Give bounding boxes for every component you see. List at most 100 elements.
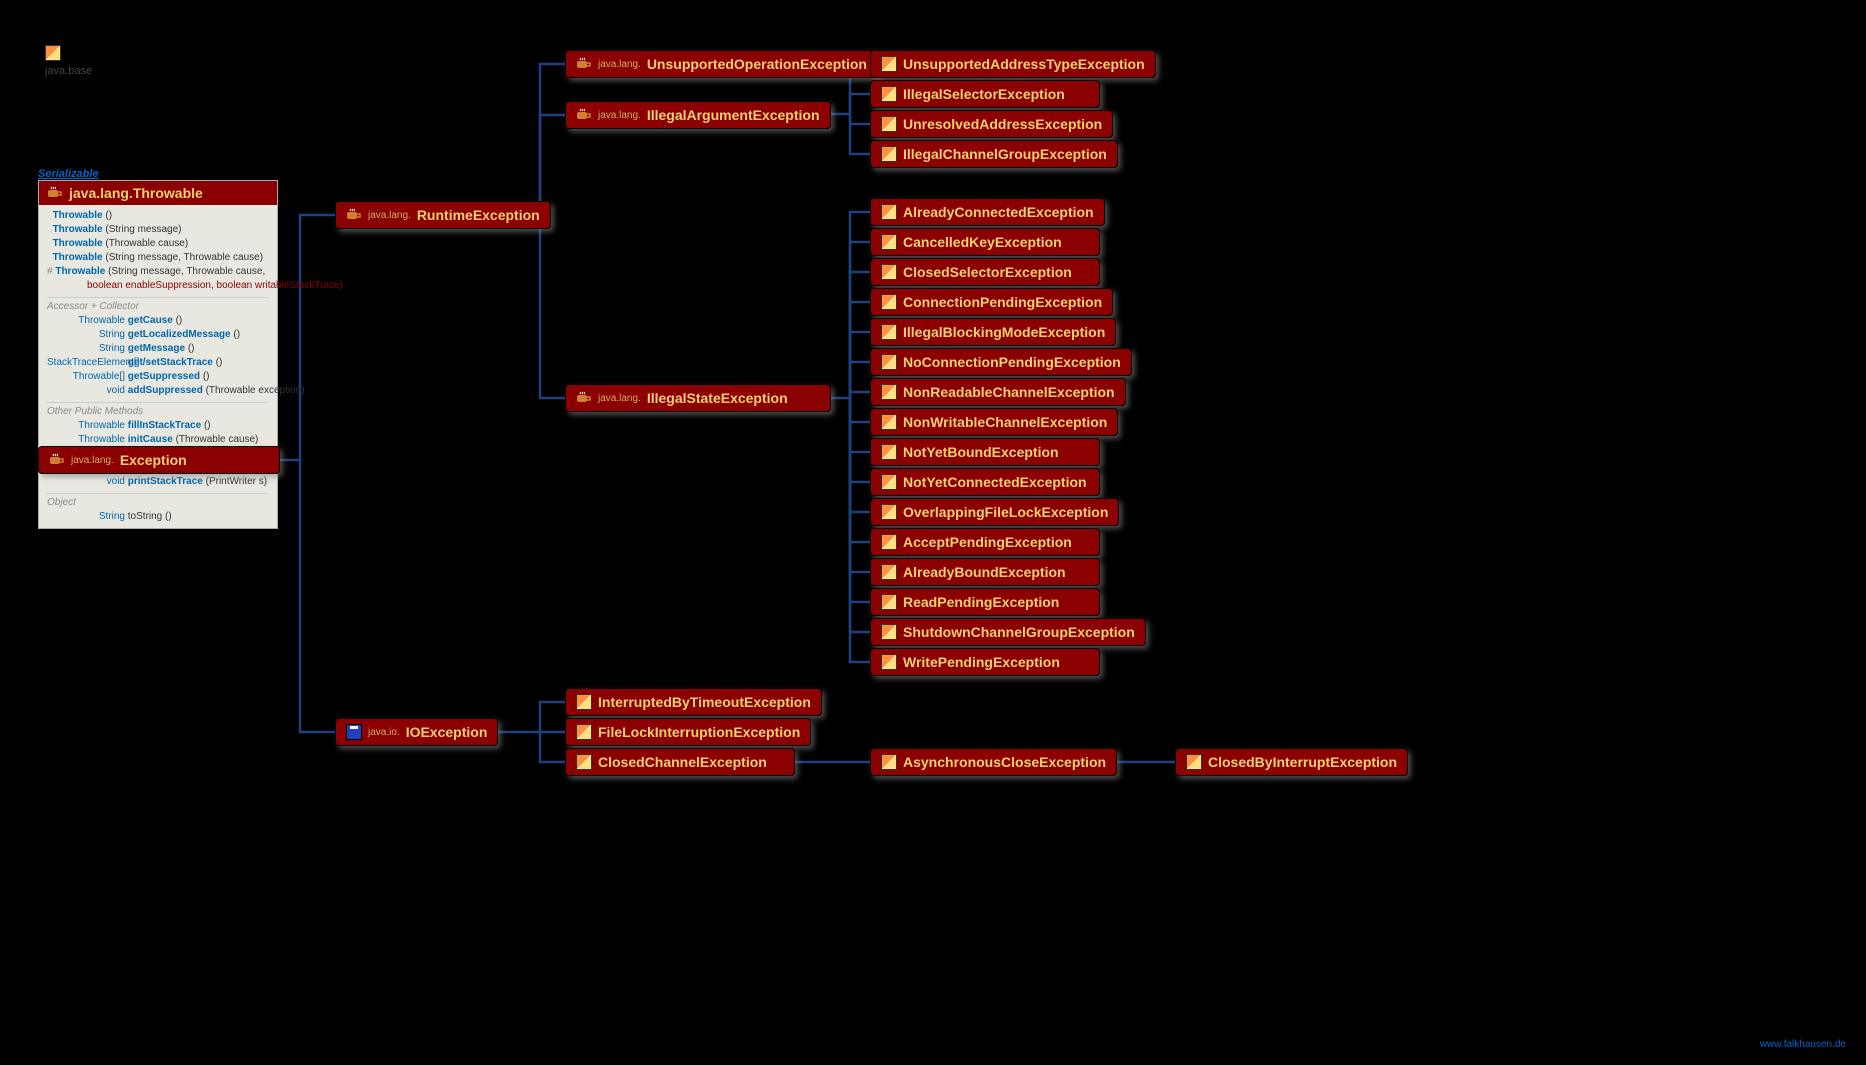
node-pkg: java.lang.: [71, 455, 114, 466]
node-notbound[interactable]: NotYetBoundException: [870, 438, 1100, 466]
node-label: IllegalArgumentException: [647, 107, 820, 123]
node-noconnpend[interactable]: NoConnectionPendingException: [870, 348, 1132, 376]
node-asyncclose[interactable]: AsynchronousCloseException: [870, 748, 1117, 776]
node-runtimeex[interactable]: java.lang.RuntimeException: [335, 201, 551, 229]
cup-icon: [576, 56, 592, 72]
package-title: java.nio.channels: [45, 40, 250, 66]
node-closedint[interactable]: ClosedByInterruptException: [1175, 748, 1408, 776]
node-closedch[interactable]: ClosedChannelException: [565, 748, 795, 776]
node-illblock[interactable]: IllegalBlockingModeException: [870, 318, 1116, 346]
node-label: WritePendingException: [903, 654, 1060, 670]
node-nonwrite[interactable]: NonWritableChannelException: [870, 408, 1118, 436]
node-label: IllegalSelectorException: [903, 86, 1065, 102]
node-label: AsynchronousCloseException: [903, 754, 1106, 770]
node-shutgrp[interactable]: ShutdownChannelGroupException: [870, 618, 1146, 646]
node-writepend[interactable]: WritePendingException: [870, 648, 1100, 676]
node-label: IllegalChannelGroupException: [903, 146, 1107, 162]
nio-icon: [45, 45, 61, 61]
nio-icon: [576, 694, 592, 710]
node-label: UnresolvedAddressException: [903, 116, 1102, 132]
node-nonread[interactable]: NonReadableChannelException: [870, 378, 1126, 406]
node-filelockint[interactable]: FileLockInterruptionException: [565, 718, 811, 746]
node-label: NotYetBoundException: [903, 444, 1059, 460]
node-label: AlreadyConnectedException: [903, 204, 1094, 220]
nio-icon: [881, 56, 897, 72]
nio-icon: [576, 754, 592, 770]
node-label: IOException: [406, 724, 488, 740]
node-label: Exception: [120, 452, 187, 468]
node-ioex[interactable]: java.io.IOException: [335, 718, 498, 746]
nio-icon: [881, 534, 897, 550]
nio-icon: [881, 624, 897, 640]
node-pkg: java.lang.: [598, 110, 641, 121]
cup-icon: [47, 185, 63, 201]
node-notconn[interactable]: NotYetConnectedException: [870, 468, 1100, 496]
node-illarg[interactable]: java.lang. IllegalArgumentException: [565, 101, 831, 129]
throwable-body: Throwable () Throwable (String message) …: [39, 205, 277, 528]
node-exception[interactable]: java.lang. Exception: [38, 446, 280, 474]
nio-icon: [1186, 754, 1202, 770]
node-label: UnsupportedOperationException: [647, 56, 867, 72]
nio-icon: [881, 654, 897, 670]
throwable-detail-box: java.lang.Throwable Throwable () Throwab…: [38, 180, 278, 529]
node-label: AlreadyBoundException: [903, 564, 1066, 580]
nio-icon: [881, 146, 897, 162]
node-unsupaddr[interactable]: UnsupportedAddressTypeException: [870, 50, 1156, 78]
node-illsel[interactable]: IllegalSelectorException: [870, 80, 1100, 108]
node-unsupop[interactable]: java.lang. UnsupportedOperationException: [565, 50, 878, 78]
node-label: NoConnectionPendingException: [903, 354, 1121, 370]
node-label: IllegalBlockingModeException: [903, 324, 1105, 340]
package-subtitle: java.base: [45, 65, 92, 77]
throwable-header: java.lang.Throwable: [39, 181, 277, 205]
node-label: ClosedChannelException: [598, 754, 767, 770]
node-label: ShutdownChannelGroupException: [903, 624, 1135, 640]
node-canckey[interactable]: CancelledKeyException: [870, 228, 1100, 256]
node-illstate[interactable]: java.lang. IllegalStateException: [565, 384, 831, 412]
node-label: UnsupportedAddressTypeException: [903, 56, 1145, 72]
node-label: IllegalStateException: [647, 390, 788, 406]
node-label: ClosedSelectorException: [903, 264, 1072, 280]
node-alreadyconn[interactable]: AlreadyConnectedException: [870, 198, 1105, 226]
node-label: ClosedByInterruptException: [1208, 754, 1397, 770]
footer-link[interactable]: www.falkhausen.de: [1760, 1039, 1846, 1050]
node-overlap[interactable]: OverlappingFileLockException: [870, 498, 1119, 526]
node-pkg: java.lang.: [598, 393, 641, 404]
node-unresaddr[interactable]: UnresolvedAddressException: [870, 110, 1113, 138]
nio-icon: [881, 354, 897, 370]
nio-icon: [881, 414, 897, 430]
nio-icon: [881, 294, 897, 310]
node-label: RuntimeException: [417, 207, 540, 223]
throwable-pkg: java.lang.: [69, 185, 133, 201]
nio-icon: [881, 444, 897, 460]
node-label: AcceptPendingException: [903, 534, 1072, 550]
node-label: NonReadableChannelException: [903, 384, 1115, 400]
node-inttimeout[interactable]: InterruptedByTimeoutException: [565, 688, 822, 716]
nio-icon: [881, 564, 897, 580]
node-connpend[interactable]: ConnectionPendingException: [870, 288, 1113, 316]
nio-icon: [881, 594, 897, 610]
node-label: NotYetConnectedException: [903, 474, 1087, 490]
node-illchgrp[interactable]: IllegalChannelGroupException: [870, 140, 1118, 168]
disk-icon: [346, 724, 362, 740]
node-label: NonWritableChannelException: [903, 414, 1107, 430]
nio-icon: [881, 384, 897, 400]
package-title-text: java.nio.channels: [67, 40, 250, 66]
node-pkg: java.lang.: [598, 59, 641, 70]
nio-icon: [881, 754, 897, 770]
serializable-label[interactable]: Serializable: [38, 168, 99, 180]
nio-icon: [881, 86, 897, 102]
cup-icon: [576, 390, 592, 406]
node-closedsel[interactable]: ClosedSelectorException: [870, 258, 1100, 286]
nio-icon: [881, 474, 897, 490]
nio-icon: [881, 234, 897, 250]
node-label: CancelledKeyException: [903, 234, 1062, 250]
node-label: ConnectionPendingException: [903, 294, 1102, 310]
node-label: OverlappingFileLockException: [903, 504, 1108, 520]
node-alreadybound[interactable]: AlreadyBoundException: [870, 558, 1100, 586]
node-acceptpend[interactable]: AcceptPendingException: [870, 528, 1100, 556]
node-label: InterruptedByTimeoutException: [598, 694, 811, 710]
nio-icon: [881, 116, 897, 132]
throwable-name: Throwable: [133, 185, 203, 201]
cup-icon: [49, 452, 65, 468]
node-readpend[interactable]: ReadPendingException: [870, 588, 1100, 616]
